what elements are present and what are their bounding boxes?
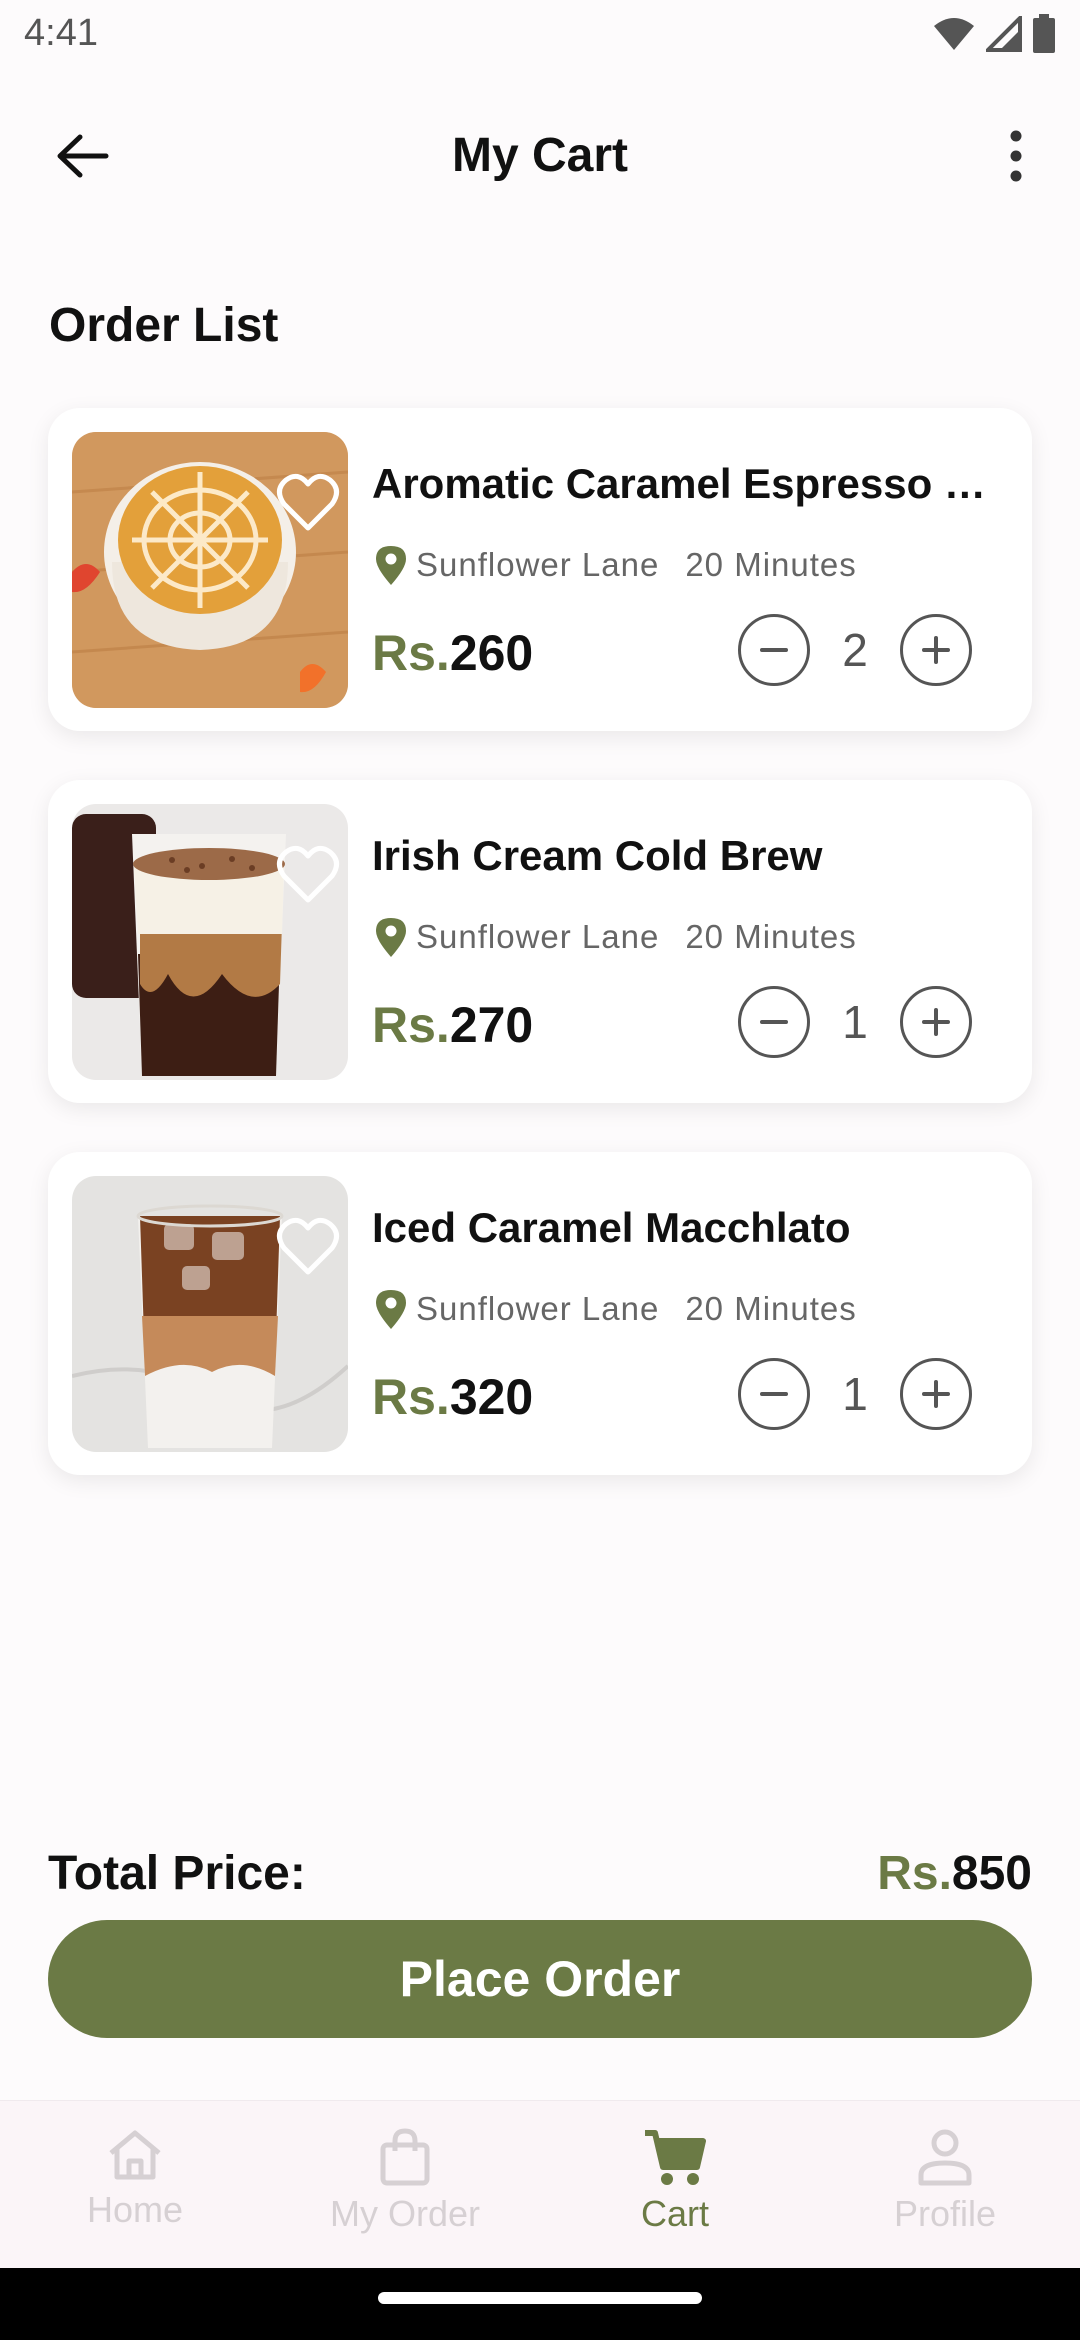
minus-icon xyxy=(760,1020,788,1024)
item-price: Rs.320 xyxy=(372,1368,533,1426)
price-currency: Rs. xyxy=(372,625,450,681)
increase-quantity-button[interactable] xyxy=(900,986,972,1058)
status-time: 4:41 xyxy=(24,12,98,54)
page-title: My Cart xyxy=(451,129,629,182)
total-price-label: Total Price: xyxy=(48,1847,306,1900)
nav-item-home[interactable]: Home xyxy=(0,2101,270,2268)
nav-item-cart[interactable]: Cart xyxy=(540,2101,810,2268)
quantity-value: 2 xyxy=(842,624,868,676)
minus-icon xyxy=(760,648,788,652)
nav-item-my-order[interactable]: My Order xyxy=(270,2101,540,2268)
quantity-stepper: 2 xyxy=(738,614,972,686)
favorite-heart-icon[interactable] xyxy=(276,472,340,532)
nav-label: Profile xyxy=(893,2193,997,2234)
price-amount: 320 xyxy=(449,1369,534,1425)
item-name: Irish Cream Cold Brew xyxy=(372,832,823,879)
item-location: Sunflower Lane xyxy=(416,546,660,583)
price-amount: 260 xyxy=(449,625,534,681)
system-gesture-bar xyxy=(0,2268,1080,2340)
decrease-quantity-button[interactable] xyxy=(738,1358,810,1430)
home-gesture-handle[interactable] xyxy=(378,2292,702,2304)
shopping-bag-icon xyxy=(380,2128,430,2186)
increase-quantity-button[interactable] xyxy=(900,614,972,686)
plus-icon xyxy=(922,636,950,664)
plus-icon xyxy=(922,1008,950,1036)
person-icon xyxy=(918,2129,972,2186)
item-meta: Sunflower Lane 20 Minutes xyxy=(374,916,857,958)
item-price: Rs.260 xyxy=(372,624,533,682)
quantity-stepper: 1 xyxy=(738,1358,972,1430)
home-icon xyxy=(109,2130,161,2180)
status-bar: 4:41 xyxy=(0,0,1080,72)
item-name: Aromatic Caramel Espresso … xyxy=(372,460,986,507)
location-pin-icon xyxy=(376,918,406,957)
price-currency: Rs. xyxy=(372,997,450,1053)
increase-quantity-button[interactable] xyxy=(900,1358,972,1430)
item-location: Sunflower Lane xyxy=(416,918,660,955)
decrease-quantity-button[interactable] xyxy=(738,614,810,686)
cart-item-card[interactable]: Irish Cream Cold Brew Sunflower Lane 20 … xyxy=(48,780,1032,1103)
item-price: Rs.270 xyxy=(372,996,533,1054)
more-options-button[interactable] xyxy=(980,120,1052,192)
quantity-stepper: 1 xyxy=(738,986,972,1058)
item-meta: Sunflower Lane 20 Minutes xyxy=(374,1288,857,1330)
item-location: Sunflower Lane xyxy=(416,1290,660,1327)
nav-item-profile[interactable]: Profile xyxy=(810,2101,1080,2268)
favorite-heart-icon[interactable] xyxy=(276,1216,340,1276)
top-app-bar: My Cart xyxy=(0,100,1080,212)
item-meta: Sunflower Lane 20 Minutes xyxy=(374,544,857,586)
cellular-signal-icon xyxy=(986,16,1022,52)
item-duration: 20 Minutes xyxy=(685,546,857,583)
order-list-heading: Order List xyxy=(49,299,279,352)
status-icons xyxy=(932,14,1056,54)
location-pin-icon xyxy=(376,546,406,585)
wifi-icon xyxy=(934,18,974,50)
more-vertical-icon xyxy=(1010,130,1022,182)
quantity-value: 1 xyxy=(842,996,868,1048)
place-order-button[interactable]: Place Order xyxy=(48,1920,1032,2038)
item-duration: 20 Minutes xyxy=(685,1290,857,1327)
plus-icon xyxy=(922,1380,950,1408)
cart-screen: 4:41 My Cart Order List Aromatic Caramel… xyxy=(0,0,1080,2340)
quantity-value: 1 xyxy=(842,1368,868,1420)
battery-icon xyxy=(1033,14,1055,53)
nav-label: Cart xyxy=(640,2193,709,2234)
item-name: Iced Caramel Macchlato xyxy=(372,1204,851,1251)
bottom-navigation: Home My Order Cart Profile xyxy=(0,2100,1080,2268)
price-currency: Rs. xyxy=(372,1369,450,1425)
favorite-heart-icon[interactable] xyxy=(276,844,340,904)
total-price-value: Rs.850 xyxy=(877,1846,1032,1901)
total-currency: Rs. xyxy=(877,1847,952,1900)
price-amount: 270 xyxy=(449,997,534,1053)
nav-label: My Order xyxy=(329,2193,480,2234)
decrease-quantity-button[interactable] xyxy=(738,986,810,1058)
minus-icon xyxy=(760,1392,788,1396)
cart-icon xyxy=(645,2130,706,2185)
nav-label: Home xyxy=(86,2189,184,2230)
item-duration: 20 Minutes xyxy=(685,918,857,955)
total-amount: 850 xyxy=(951,1847,1032,1900)
location-pin-icon xyxy=(376,1290,406,1329)
cart-item-card[interactable]: Aromatic Caramel Espresso … Sunflower La… xyxy=(48,408,1032,731)
cart-item-card[interactable]: Iced Caramel Macchlato Sunflower Lane 20… xyxy=(48,1152,1032,1475)
